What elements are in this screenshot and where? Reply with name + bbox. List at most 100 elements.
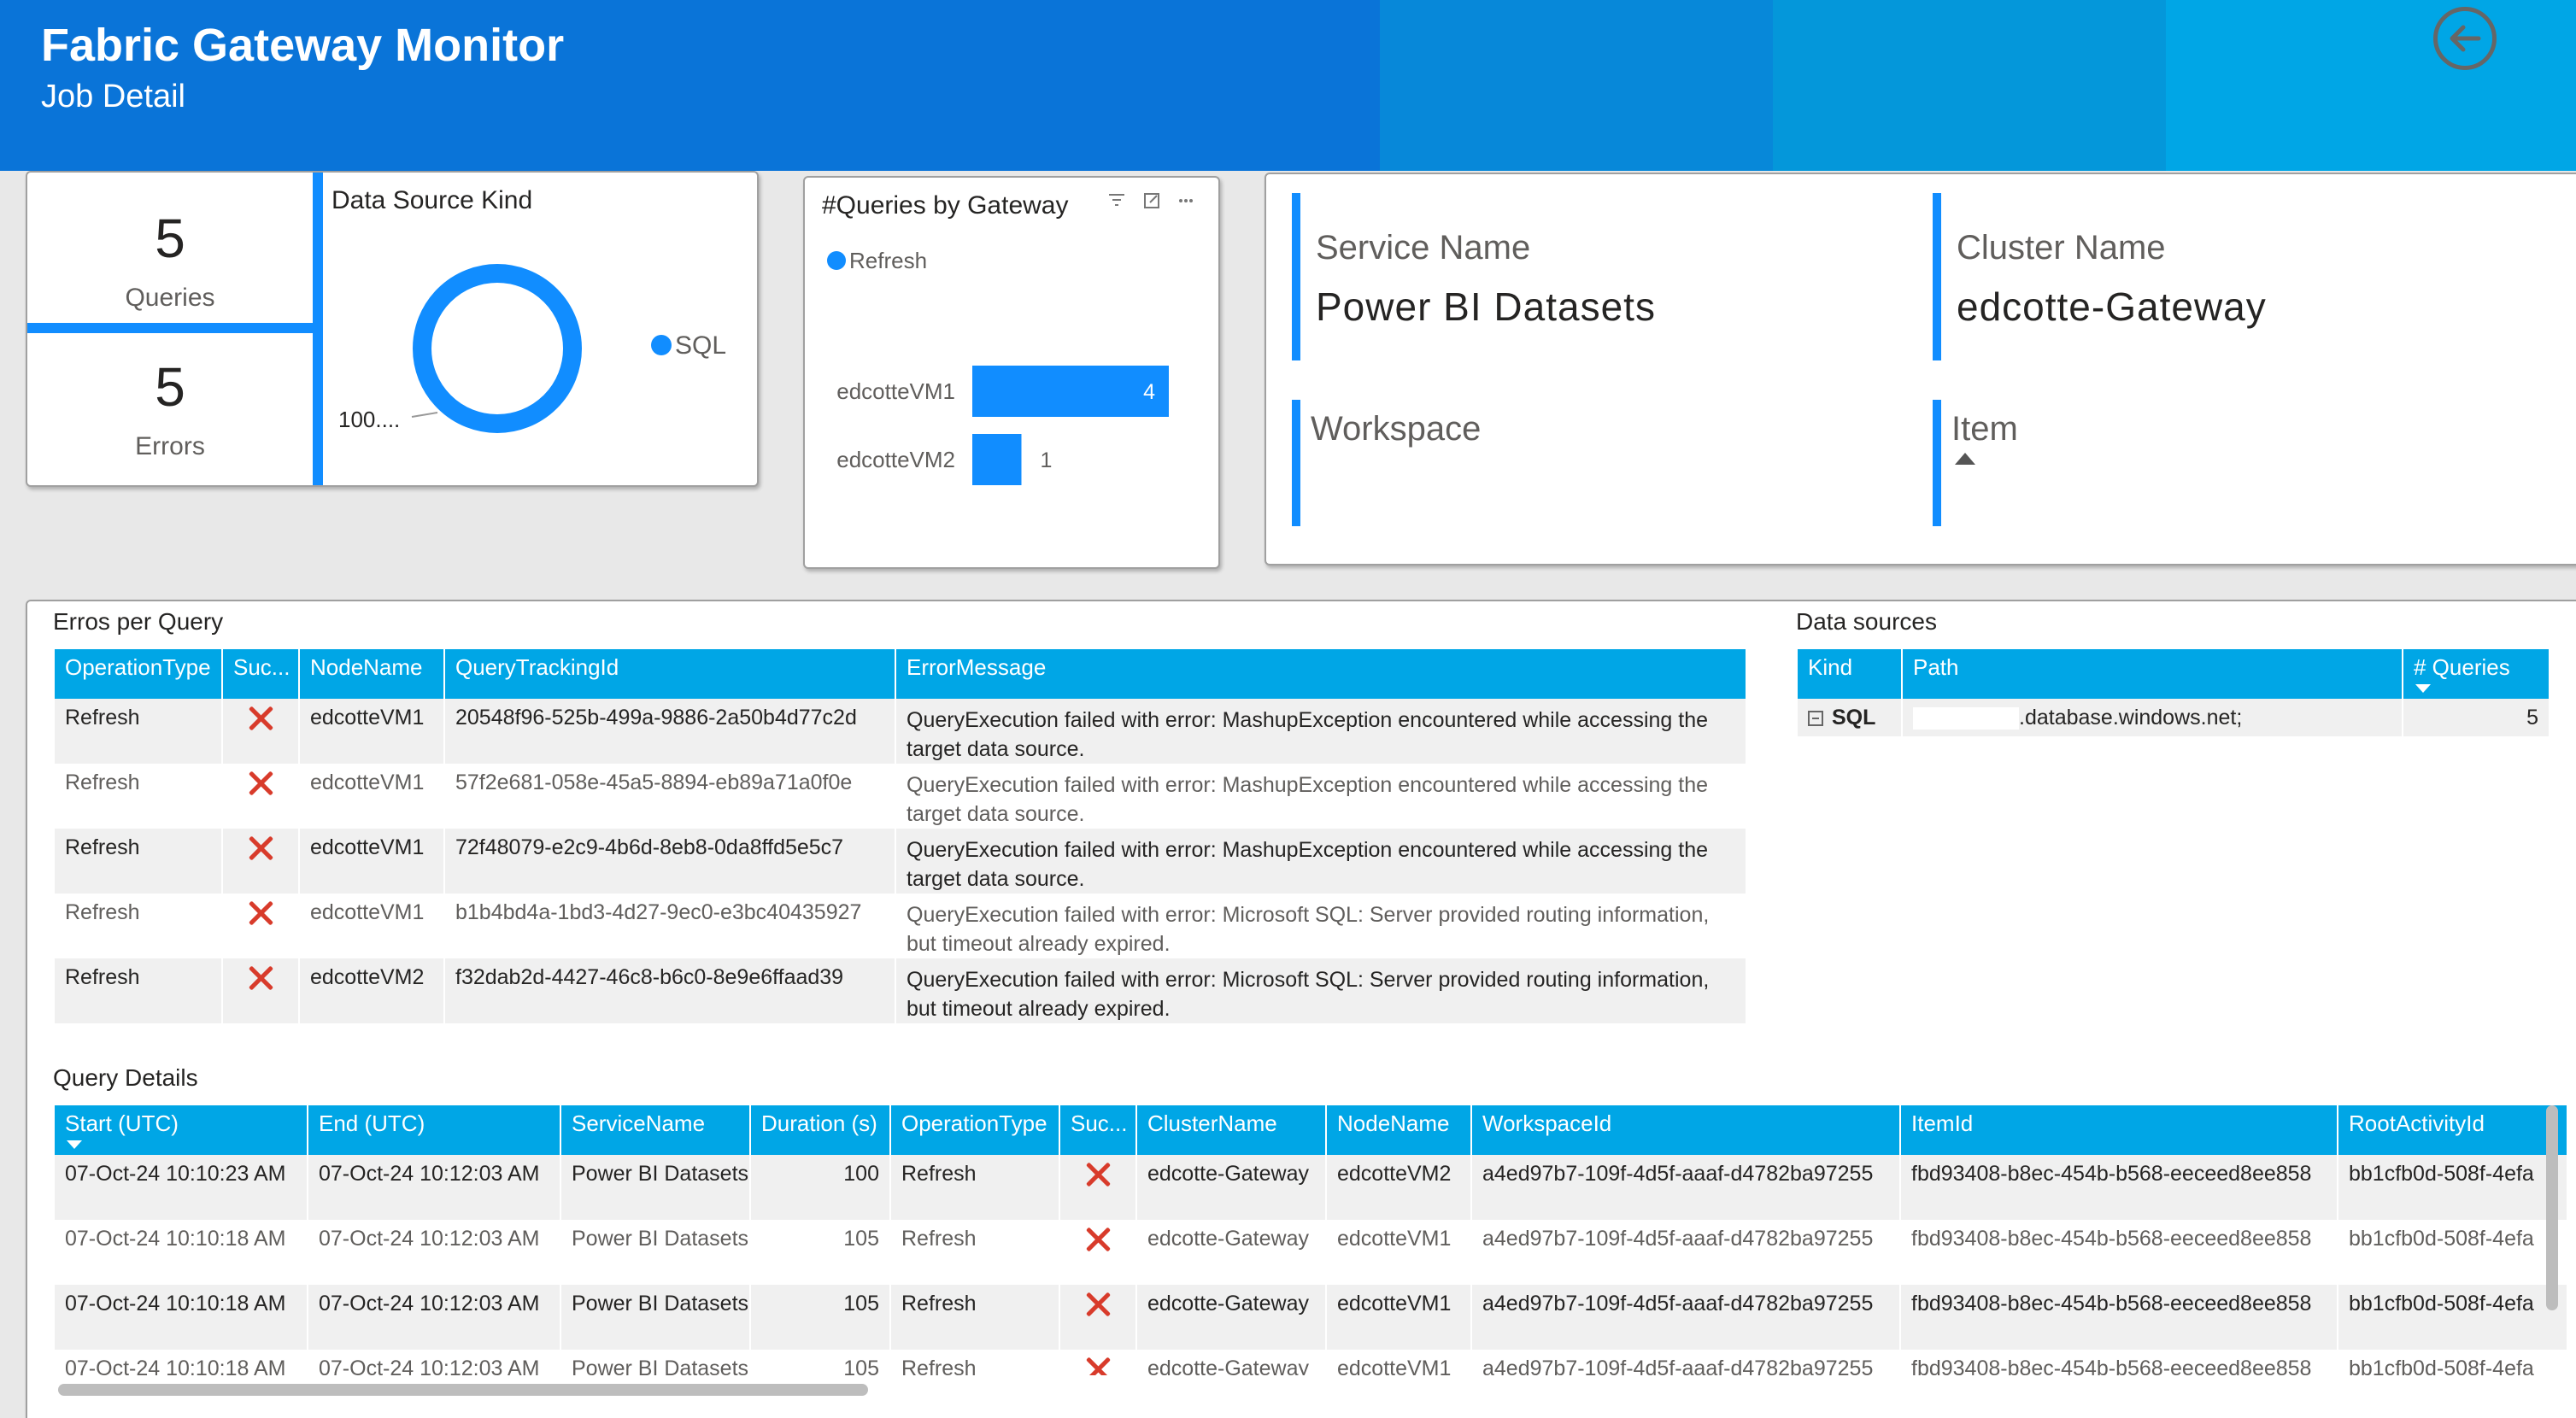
col-header[interactable]: ClusterName [1136,1105,1327,1155]
datasources-table-title: Data sources [1796,608,1937,635]
cell-root-activity-id: bb1cfb0d-508f-4efa [2338,1285,2567,1350]
details-cards-panel: Service Name Power BI Datasets Cluster N… [1265,173,2576,565]
arrow-left-circle-icon [2450,25,2481,52]
cell-success [1059,1155,1137,1220]
col-header[interactable]: OperationType [55,649,223,699]
col-header[interactable]: RootActivityId [2338,1105,2567,1155]
back-button[interactable] [2433,7,2497,70]
cell-workspace-id: a4ed97b7-109f-4d5f-aaaf-d4782ba97255 [1471,1220,1901,1285]
col-header[interactable]: ErrorMessage [895,649,1747,699]
cell-node: edcotteVM1 [299,764,445,829]
table-row[interactable]: 07-Oct-24 10:10:18 AM 07-Oct-24 10:12:03… [55,1285,2567,1350]
col-header[interactable]: Suc... [222,649,300,699]
donut-slice-label: 100.... [338,407,401,432]
cell-tracking-id: 72f48079-e2c9-4b6d-8eb8-0da8ffd5e5c7 [444,829,896,894]
cell-node: edcotteVM1 [1326,1350,1472,1375]
cell-node: edcotteVM2 [1326,1155,1472,1220]
bar[interactable] [972,366,1169,417]
cell-tracking-id: b1b4bd4a-1bd3-4d27-9ec0-e3bc40435927 [444,894,896,958]
page-title: Fabric Gateway Monitor [41,20,565,71]
cell-success [222,958,300,1023]
errors-kpi-card[interactable]: 5 Errors [27,333,313,485]
col-header[interactable]: Start (UTC) [55,1105,308,1155]
datasource-donut-chart[interactable] [403,255,591,442]
table-row[interactable]: Refresh edcotteVM1 72f48079-e2c9-4b6d-8e… [55,829,1747,894]
cell-node: edcotteVM1 [1326,1220,1472,1285]
table-row[interactable]: 07-Oct-24 10:10:18 AM 07-Oct-24 10:12:03… [55,1350,2567,1375]
table-row[interactable]: SQL .database.windows.net; 5 [1798,699,2550,736]
details-table-viewport[interactable]: Start (UTC) End (UTC) ServiceName Durati… [55,1105,2567,1375]
cell-operation: Refresh [890,1220,1060,1285]
cell-root-activity-id: bb1cfb0d-508f-4efa [2338,1350,2567,1375]
cell-node: edcotteVM1 [1326,1285,1472,1350]
header-band [1773,0,2166,171]
failed-x-icon [248,835,273,861]
col-header[interactable]: Suc... [1059,1105,1137,1155]
cell-start: 07-Oct-24 10:10:18 AM [55,1350,308,1375]
table-row[interactable]: Refresh edcotteVM2 f32dab2d-4427-46c8-b6… [55,958,1747,1023]
cell-node: edcotteVM2 [299,958,445,1023]
table-row[interactable]: 07-Oct-24 10:10:23 AM 07-Oct-24 10:12:03… [55,1155,2567,1220]
queries-kpi-card[interactable]: 5 Queries [27,173,313,326]
cell-tracking-id: f32dab2d-4427-46c8-b6c0-8e9e6ffaad39 [444,958,896,1023]
service-name-label: Service Name [1316,229,1531,267]
cell-end: 07-Oct-24 10:12:03 AM [308,1285,561,1350]
failed-x-icon [1085,1356,1111,1375]
col-header[interactable]: Kind [1798,649,1903,699]
cell-operation: Refresh [890,1350,1060,1375]
cell-success [1059,1285,1137,1350]
donut-slice-sql[interactable] [413,264,582,433]
col-header[interactable]: WorkspaceId [1471,1105,1901,1155]
cell-item-id: fbd93408-b8ec-454b-b568-eeceed8ee858 [1900,1155,2338,1220]
col-header[interactable]: QueryTrackingId [444,649,896,699]
card-accent [1292,400,1300,526]
cell-operation: Refresh [55,829,223,894]
vertical-scrollbar[interactable] [2546,1105,2558,1310]
cell-tracking-id: 20548f96-525b-499a-9886-2a50b4d77c2d [444,699,896,764]
col-header[interactable]: ItemId [1900,1105,2338,1155]
table-row[interactable]: Refresh edcotteVM1 20548f96-525b-499a-98… [55,699,1747,764]
cell-cluster: edcotte-Gateway [1136,1350,1327,1375]
col-header[interactable]: # Queries [2403,649,2550,699]
cell-item-id: fbd93408-b8ec-454b-b568-eeceed8ee858 [1900,1350,2338,1375]
cluster-name-label: Cluster Name [1957,229,2166,267]
errors-table-header: OperationType Suc... NodeName QueryTrack… [55,649,1747,699]
cell-workspace-id: a4ed97b7-109f-4d5f-aaaf-d4782ba97255 [1471,1285,1901,1350]
cell-workspace-id: a4ed97b7-109f-4d5f-aaaf-d4782ba97255 [1471,1155,1901,1220]
cell-path: .database.windows.net; [1902,699,2403,736]
collapse-icon[interactable] [1808,711,1823,726]
category-label: edcotteVM1 [836,378,955,404]
cell-success [222,894,300,958]
horizontal-scrollbar[interactable] [58,1384,868,1396]
legend-sql[interactable]: SQL [675,331,726,360]
cluster-name-value: edcotte-Gateway [1957,284,2267,329]
table-row[interactable]: Refresh edcotteVM1 b1b4bd4a-1bd3-4d27-9e… [55,894,1747,958]
failed-x-icon [248,771,273,796]
item-label: Item [1951,410,2018,448]
service-name-value: Power BI Datasets [1316,284,1656,329]
card-accent [1933,400,1941,526]
redacted-block [1913,707,2019,730]
cell-start: 07-Oct-24 10:10:23 AM [55,1155,308,1220]
bar[interactable] [972,434,1022,485]
col-header[interactable]: NodeName [1326,1105,1472,1155]
cell-success [222,764,300,829]
table-row[interactable]: Refresh edcotteVM1 57f2e681-058e-45a5-88… [55,764,1747,829]
col-header[interactable]: ServiceName [560,1105,751,1155]
errors-table-title: Erros per Query [53,608,224,635]
cell-root-activity-id: bb1cfb0d-508f-4efa [2338,1220,2567,1285]
card-accent [1933,193,1941,360]
cell-service: Power BI Datasets [560,1155,751,1220]
col-header[interactable]: Path [1902,649,2403,699]
table-row[interactable]: 07-Oct-24 10:10:18 AM 07-Oct-24 10:12:03… [55,1220,2567,1285]
details-table-header: Start (UTC) End (UTC) ServiceName Durati… [55,1105,2567,1155]
col-header[interactable]: End (UTC) [308,1105,561,1155]
cell-success [1059,1350,1137,1375]
col-header[interactable]: OperationType [890,1105,1060,1155]
col-header[interactable]: NodeName [299,649,445,699]
data-label: 1 [1041,448,1053,472]
col-header[interactable]: Duration (s) [750,1105,891,1155]
cell-item-id: fbd93408-b8ec-454b-b568-eeceed8ee858 [1900,1285,2338,1350]
data-label: 4 [1143,380,1155,404]
details-table-title: Query Details [53,1064,198,1091]
